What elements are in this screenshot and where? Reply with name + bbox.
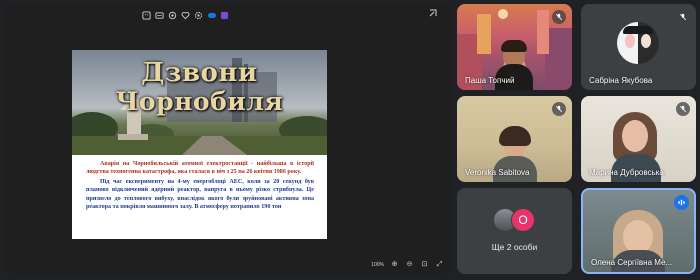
participant-tile-maryna[interactable]: Марина Дубровська bbox=[581, 96, 696, 182]
slide-title-line1: Дзвони bbox=[141, 58, 258, 88]
slide-body: Аварія на Чорнобильській атомної електро… bbox=[86, 160, 314, 211]
participant-name: Олена Сергіївна Ме... bbox=[591, 258, 673, 267]
zoom-out-icon[interactable]: ⊖ bbox=[405, 261, 414, 269]
slide-paragraph-2: Під час експерименту на 4-му енергоблоці… bbox=[86, 178, 314, 211]
participant-name: Veronika Sabitova bbox=[465, 168, 530, 177]
participant-tile-pasha[interactable]: Паша Топчий bbox=[457, 4, 572, 90]
more-participants-tile[interactable]: O Ще 2 особи bbox=[457, 188, 572, 274]
more-participants-label: Ще 2 особи bbox=[491, 242, 538, 252]
emoji-icon[interactable] bbox=[140, 9, 153, 22]
presentation-toolbar bbox=[140, 8, 231, 22]
presentation-controls: 100% ⊕ ⊖ ⊡ ⤢ bbox=[371, 261, 444, 269]
avatar: O bbox=[511, 208, 535, 232]
meet-stage: Дзвони Чорнобиля Аварія на Чорнобильські… bbox=[0, 0, 700, 280]
heart-icon[interactable] bbox=[179, 9, 192, 22]
participant-tile-veronika[interactable]: Veronika Sabitova bbox=[457, 96, 572, 182]
mic-off-icon bbox=[676, 10, 690, 24]
slide-paragraph-1: Аварія на Чорнобильській атомної електро… bbox=[86, 161, 314, 176]
settings-icon[interactable] bbox=[192, 9, 205, 22]
mic-off-icon bbox=[676, 102, 690, 116]
purple-app-icon[interactable] bbox=[218, 9, 231, 22]
participant-name: Марина Дубровська bbox=[589, 168, 664, 177]
captions-icon[interactable] bbox=[153, 9, 166, 22]
chernobyl-photo: Дзвони Чорнобиля bbox=[72, 50, 327, 155]
zoom-in-icon[interactable]: ⊕ bbox=[390, 261, 399, 269]
mic-off-icon bbox=[552, 102, 566, 116]
zoom-level: 100% bbox=[371, 262, 384, 268]
fit-icon[interactable]: ⊡ bbox=[420, 261, 429, 269]
mic-off-icon bbox=[552, 10, 566, 24]
participant-name: Сабріна Якубова bbox=[589, 76, 653, 85]
participant-video bbox=[623, 220, 653, 254]
participant-tile-sabrina[interactable]: Сабріна Якубова bbox=[581, 4, 696, 90]
cloud-icon[interactable] bbox=[205, 9, 218, 22]
avatar bbox=[617, 22, 659, 64]
pin-icon[interactable] bbox=[428, 8, 440, 20]
speaking-indicator-icon bbox=[674, 195, 689, 210]
presentation-slide: Дзвони Чорнобиля Аварія на Чорнобильські… bbox=[72, 50, 327, 239]
presentation-panel: Дзвони Чорнобиля Аварія на Чорнобильські… bbox=[6, 4, 450, 274]
participant-name: Паша Топчий bbox=[465, 76, 515, 85]
participant-tile-olena[interactable]: Олена Сергіївна Ме... bbox=[581, 188, 696, 274]
slide-title-line2: Чорнобиля bbox=[115, 87, 284, 116]
fullscreen-icon[interactable]: ⤢ bbox=[435, 261, 444, 269]
hand-icon[interactable] bbox=[166, 9, 179, 22]
